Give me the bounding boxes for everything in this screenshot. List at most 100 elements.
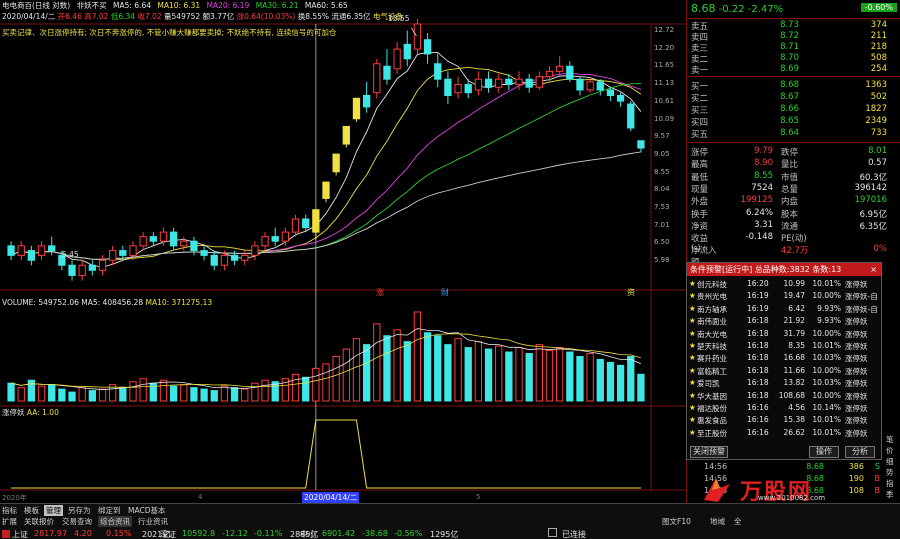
change-pct-button[interactable]: -0.60% <box>860 3 897 12</box>
indicator-tab[interactable]: 管理 <box>44 505 63 516</box>
alert-stock-name: 富临精工 <box>697 366 727 376</box>
alert-row[interactable]: ★ 南方轴承 16:19 6.42 9.93% 涨停妖-自 <box>689 304 881 315</box>
ask-label: 卖三 <box>691 44 709 54</box>
alert-stock-name: 华大基因 <box>697 391 727 401</box>
alert-row[interactable]: ★ 南大光电 16:18 31.79 10.00% 涨停妖 <box>689 329 881 340</box>
alert-row[interactable]: ★ 富临精工 16:18 11.66 10.00% 涨停妖 <box>689 366 881 377</box>
candle-body <box>444 78 452 96</box>
marker-capital[interactable]: 资 <box>627 287 635 298</box>
index-value: 6901.42 <box>322 529 356 538</box>
volume-bar <box>7 382 15 402</box>
action-button[interactable]: 操作 <box>809 446 839 458</box>
alert-price: 4.56 <box>788 403 805 412</box>
alert-type: 涨停妖 <box>845 342 868 351</box>
alert-time: 16:18 <box>747 328 769 338</box>
indicator-tab[interactable]: 另存为 <box>66 505 93 516</box>
price-axis-tick: 9.05 <box>654 149 670 158</box>
alert-row[interactable]: ★ 南伟面业 16:18 21.92 9.93% 涨停妖 <box>689 316 881 327</box>
side-tab[interactable]: 笔 <box>886 434 894 445</box>
ask-row[interactable]: 卖三 8.71 218 <box>691 42 887 54</box>
bid-row[interactable]: 买二 8.67 502 <box>691 92 887 104</box>
candle-body <box>261 236 269 247</box>
close-icon[interactable]: × <box>870 263 877 276</box>
alert-row[interactable]: ★ 爱司凯 16:18 13.82 10.03% 涨停妖 <box>689 378 881 389</box>
volume-bar <box>525 353 533 402</box>
side-tab[interactable]: 价 <box>886 445 894 456</box>
index-name[interactable]: 上证 <box>12 529 28 539</box>
info-tab[interactable]: 关联报价 <box>22 516 56 527</box>
indicator-tab[interactable]: 指标 <box>0 505 19 516</box>
volume-bar <box>180 384 188 402</box>
ask-row[interactable]: 卖五 8.73 374 <box>691 20 887 32</box>
ask-row[interactable]: 卖一 8.69 254 <box>691 64 887 76</box>
bid-row[interactable]: 买四 8.65 2349 <box>691 116 887 128</box>
bid-row[interactable]: 买五 8.64 733 <box>691 128 887 140</box>
index-name[interactable]: 深证 <box>160 529 176 539</box>
tick-time: 14:56 <box>704 462 728 471</box>
info-tab[interactable]: 综合资讯 <box>98 516 132 527</box>
alert-price: 8.35 <box>788 341 805 350</box>
bid-row[interactable]: 买一 8.68 1363 <box>691 80 887 92</box>
indicator-tab[interactable]: 绑定到 <box>96 505 123 516</box>
alert-title-bar[interactable]: 条件预警[运行中] 总品种数:3832 条数:13 × <box>687 263 881 276</box>
star-icon: ★ <box>689 390 696 400</box>
tick-row: 14:56 8.68 386 S <box>704 462 880 473</box>
alert-row[interactable]: ★ 华大基因 16:18 108.68 10.00% 涨停妖 <box>689 391 881 402</box>
info-tab[interactable]: 行业资讯 <box>136 516 170 527</box>
close-alert-button[interactable]: 关闭预警 <box>690 446 728 458</box>
info-tab[interactable]: 交易查询 <box>60 516 94 527</box>
brand-url: www.2010082.com <box>758 494 826 502</box>
alert-row[interactable]: ★ 楚天科技 16:18 8.35 10.01% 涨停妖 <box>689 341 881 352</box>
alert-row[interactable]: ★ 惠发食品 16:16 15.38 10.01% 涨停妖 <box>689 415 881 426</box>
info-tab[interactable]: 扩展 <box>0 516 19 527</box>
candle-body <box>271 236 279 242</box>
candle-body <box>88 264 96 271</box>
ma60-line <box>10 151 641 260</box>
alert-pct: 10.03% <box>812 378 841 388</box>
alert-price: 10.99 <box>783 279 805 288</box>
candle-body <box>322 181 330 199</box>
condition-alert-panel[interactable]: 条件预警[运行中] 总品种数:3832 条数:13 × ★ 创元科技 16:20 10… <box>686 262 882 460</box>
bid-volume: 1363 <box>865 80 887 90</box>
ask-label: 卖五 <box>691 22 709 32</box>
kline-chart-area[interactable]: 电电商百(日线 对数) 非妖不买 MA5: 6.64 MA10: 6.31 MA… <box>0 0 686 503</box>
stat-label: PE(动) <box>781 234 807 245</box>
right-tab[interactable]: 全 <box>732 516 744 527</box>
alert-stock-name: 创元科技 <box>697 280 727 289</box>
ask-price: 8.71 <box>780 42 799 52</box>
ask-row[interactable]: 卖四 8.72 211 <box>691 31 887 43</box>
alert-row[interactable]: ★ 福达股份 16:16 4.56 10.14% 涨停妖 <box>689 403 881 414</box>
ask-volume: 508 <box>870 53 887 63</box>
candle-body <box>474 78 483 91</box>
alert-stock-name: 南伟面业 <box>697 317 727 327</box>
right-tab[interactable]: 图文F10 <box>660 516 693 527</box>
candle-body <box>312 209 320 233</box>
marker-finance[interactable]: 财 <box>441 287 449 298</box>
alert-type: 涨停妖 <box>845 317 868 327</box>
analysis-button[interactable]: 分析 <box>845 446 875 458</box>
stat-row: 最低 8.55 市值 60.3亿 <box>691 171 887 183</box>
indicator-tab[interactable]: MACD基本 <box>126 505 167 516</box>
index-pct: -0.11% <box>254 529 283 538</box>
cursor-date-label: 2020/04/14/二 <box>302 492 360 503</box>
alert-row[interactable]: ★ 至正股份 16:16 26.62 10.01% 涨停妖 <box>689 428 881 439</box>
right-tab[interactable]: 地域 <box>708 516 727 527</box>
ma5-line <box>10 51 642 268</box>
alert-pct: 10.00% <box>812 390 841 400</box>
chart-canvas[interactable] <box>0 0 686 503</box>
bid-row[interactable]: 买三 8.66 1827 <box>691 104 887 116</box>
index-name[interactable]: 中小 <box>300 529 316 539</box>
ask-row[interactable]: 卖二 8.70 508 <box>691 53 887 65</box>
volume-bar <box>139 378 147 402</box>
alert-time: 16:16 <box>747 415 769 425</box>
alert-row[interactable]: ★ 赛升药业 16:18 16.68 10.03% 涨停妖 <box>689 353 881 364</box>
alert-type: 涨停妖 <box>845 280 868 289</box>
bottom-bar: 指标 模板 管理 另存为 绑定到 MACD基本 扩展 关联报价 交易查询 综合资讯 行业资讯 图文… <box>0 503 900 539</box>
indicator-tab[interactable]: 模板 <box>22 505 41 516</box>
indicator-sub-header: 涨停妖 AA: 1.00 <box>2 407 59 418</box>
alert-row[interactable]: ★ 创元科技 16:20 10.99 10.01% 涨停妖 <box>689 279 881 290</box>
marker-zt[interactable]: 涨 <box>376 287 384 298</box>
alert-row[interactable]: ★ 贵州光电 16:19 19.47 10.00% 涨停妖-自 <box>689 291 881 302</box>
stat-label: 收益(-) <box>691 234 709 255</box>
stat-value <box>813 232 887 244</box>
